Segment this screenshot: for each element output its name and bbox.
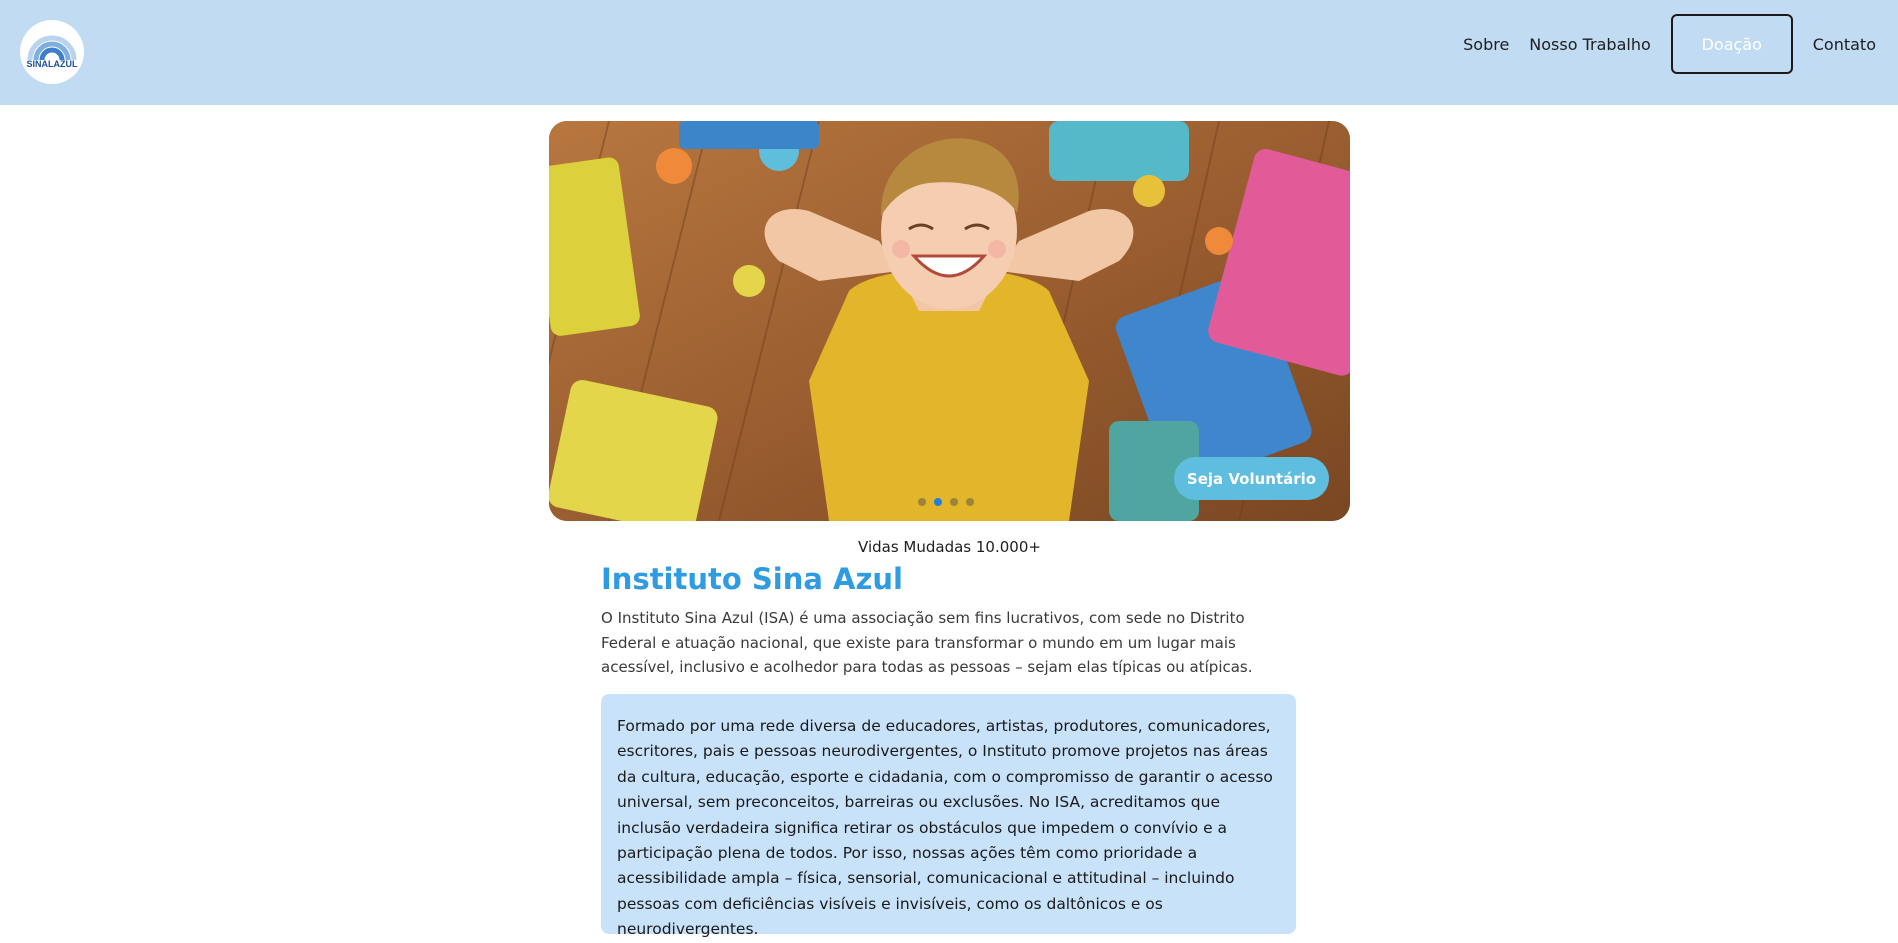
donate-button[interactable]: Doação — [1670, 14, 1793, 74]
carousel-dot-3[interactable] — [950, 498, 958, 506]
intro-paragraph: O Instituto Sina Azul (ISA) é uma associ… — [601, 609, 1253, 676]
site-header: SINALAZUL Sobre Nosso Trabalho Doação Co… — [0, 0, 1898, 105]
lives-changed-stat: Vidas Mudadas 10.000+ — [858, 538, 1041, 556]
highlight-paragraph: Formado por uma rede diversa de educador… — [617, 717, 1273, 939]
page-title: Instituto Sina Azul — [601, 562, 903, 596]
logo-rainbow-icon: SINALAZUL — [27, 35, 78, 69]
nav-link-about[interactable]: Sobre — [1463, 35, 1509, 54]
carousel-dot-2[interactable] — [934, 498, 942, 506]
logo-text: SINALAZUL — [27, 59, 78, 69]
carousel-dot-1[interactable] — [918, 498, 926, 506]
hero-carousel[interactable]: Seja Voluntário — [549, 121, 1350, 521]
main-nav: Sobre Nosso Trabalho Doação Contato — [1443, 14, 1876, 74]
nav-link-our-work[interactable]: Nosso Trabalho — [1529, 35, 1650, 54]
carousel-dots — [918, 498, 982, 506]
sinal-azul-logo[interactable]: SINALAZUL — [20, 20, 84, 84]
volunteer-button[interactable]: Seja Voluntário — [1174, 457, 1329, 500]
nav-link-contact[interactable]: Contato — [1813, 35, 1876, 54]
carousel-dot-4[interactable] — [966, 498, 974, 506]
highlight-box: Formado por uma rede diversa de educador… — [601, 694, 1296, 938]
